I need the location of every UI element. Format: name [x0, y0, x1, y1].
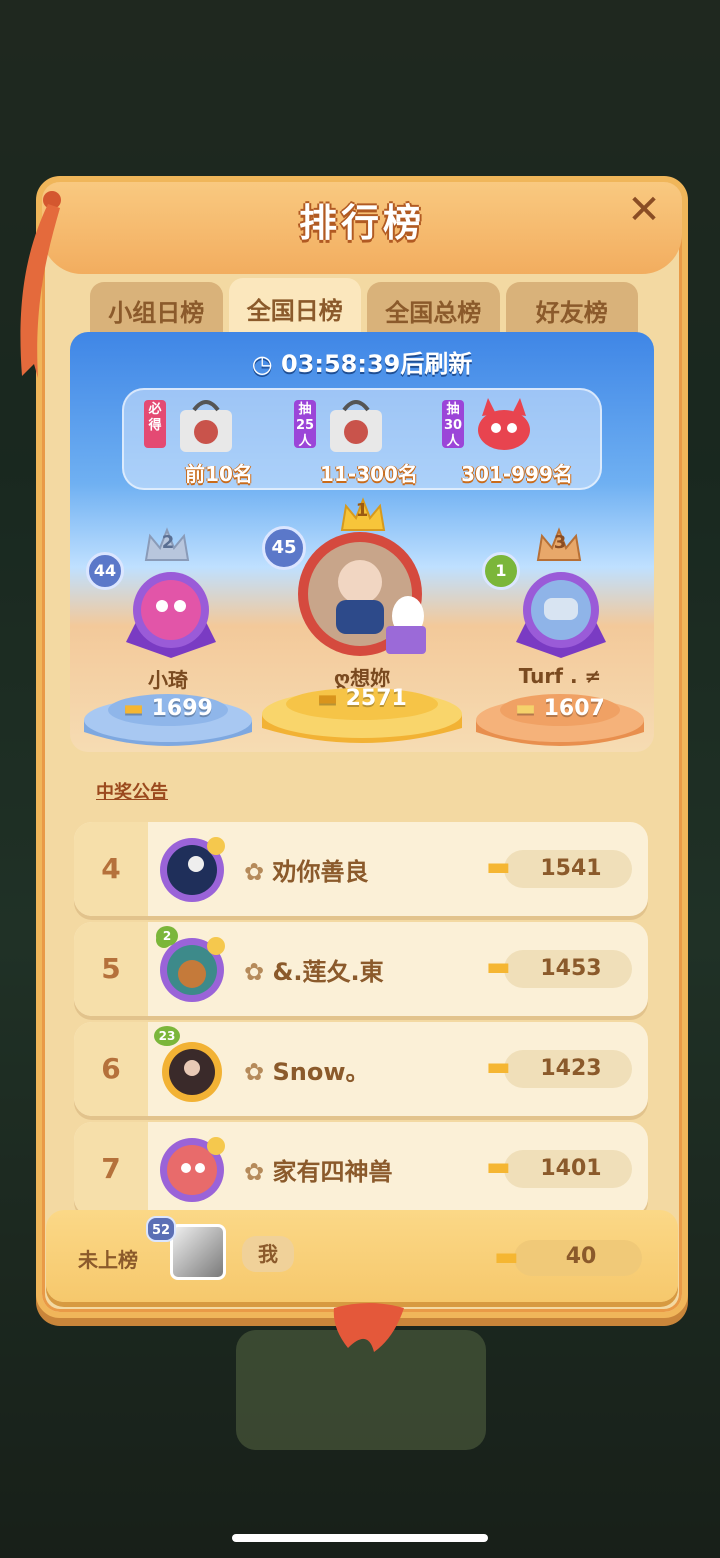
- player-score: ▬ 1699: [123, 696, 213, 721]
- player-name: 我: [242, 1236, 294, 1272]
- gold-bar-icon: ▬: [123, 696, 144, 721]
- refresh-timer: ◷ 03:58:39后刷新: [251, 350, 473, 378]
- close-button[interactable]: ✕: [622, 188, 666, 232]
- red-creature-plush-icon: [478, 398, 530, 450]
- bunny-icon: ✿: [244, 958, 265, 986]
- table-row[interactable]: 5 2 ✿ &.莲夂.東 ▬ 1453: [74, 922, 648, 1016]
- player-name: ✿ &.莲夂.東: [244, 958, 384, 986]
- player-score: 1453: [540, 956, 602, 981]
- rank-number: 4: [101, 852, 121, 885]
- page-title: 排行榜: [298, 201, 425, 245]
- winner-announcement-link[interactable]: 中奖公告: [96, 778, 168, 804]
- level-badge: 2: [156, 926, 178, 946]
- table-row[interactable]: 6 23 ✿ Snow。 ▬ 1423: [74, 1022, 648, 1116]
- prize-tier[interactable]: 抽25人 11-300名: [294, 394, 444, 488]
- bunny-icon: ✿: [244, 1158, 265, 1186]
- player-score: 1401: [540, 1156, 602, 1181]
- player-name: ✿ 劝你善良: [244, 858, 369, 886]
- table-row[interactable]: 7 ✿ 家有四神兽 ▬ 1401: [74, 1122, 648, 1216]
- tab-group-daily[interactable]: 小组日榜: [90, 282, 223, 338]
- my-rank-bar[interactable]: 未上榜 52 我 ▬ 40: [46, 1210, 678, 1302]
- avatar: [298, 532, 426, 656]
- bunny-icon: ✿: [244, 1058, 265, 1086]
- prize-tier[interactable]: 抽30人 301-999名: [442, 394, 592, 488]
- player-score: 1541: [540, 856, 602, 881]
- podium-second[interactable]: 2 44 小琦 ▬ 1699: [78, 516, 258, 752]
- my-rank-status: 未上榜: [78, 1248, 138, 1272]
- level-badge: 23: [154, 1026, 180, 1046]
- prize-tag: 抽30人: [442, 400, 464, 449]
- rank-number: 6: [101, 1052, 121, 1085]
- player-score: 1423: [540, 1056, 602, 1081]
- prize-tag: 抽25人: [294, 400, 316, 449]
- gold-bar-icon: ▬: [515, 696, 536, 721]
- clock-icon: ◷: [251, 350, 273, 378]
- podium-first[interactable]: 1 45 ღ想妳 ▬ 2571: [256, 496, 468, 752]
- leaderboard-panel: 排行榜 ✕ 小组日榜 全国日榜 全国总榜 好友榜 ◷ 03:58:39后刷新 必…: [20, 176, 688, 1352]
- prize-tiers: 必得 前10名 抽25人 11-300名 抽30人 301-999名: [122, 388, 602, 490]
- rank-number: 7: [101, 1152, 121, 1185]
- ribbon-decoration: [333, 1303, 404, 1352]
- tab-national-daily[interactable]: 全国日榜: [228, 278, 361, 338]
- avatar: [160, 837, 225, 902]
- table-row[interactable]: 4 ✿ 劝你善良 ▬ 1541: [74, 822, 648, 916]
- gift-bag-icon: [330, 400, 382, 452]
- podium-board: ◷ 03:58:39后刷新 必得 前10名 抽25人 11-300名 抽30人 …: [70, 332, 654, 752]
- player-name: ✿ 家有四神兽: [244, 1158, 393, 1186]
- avatar: [160, 1137, 225, 1202]
- prize-tag: 必得: [144, 400, 166, 448]
- avatar: [126, 572, 216, 658]
- player-name: ✿ Snow。: [244, 1058, 370, 1086]
- avatar: [516, 572, 606, 658]
- panel-header: 排行榜 ✕: [42, 182, 682, 274]
- prize-tier[interactable]: 必得 前10名: [144, 394, 294, 488]
- avatar: [170, 1224, 226, 1280]
- close-icon: ✕: [627, 187, 661, 233]
- level-badge: 52: [146, 1216, 176, 1242]
- bunny-icon: ✿: [244, 858, 265, 886]
- player-score: ▬ 1607: [515, 696, 605, 721]
- podium-third[interactable]: 3 1 Turf . ≠ ▬ 1607: [470, 516, 650, 752]
- tab-national-total[interactable]: 全国总榜: [367, 282, 500, 338]
- rank-number: 5: [101, 952, 121, 985]
- player-score: 40: [565, 1244, 597, 1269]
- player-score: ▬ 2571: [317, 686, 407, 711]
- tab-bar: 小组日榜 全国日榜 全国总榜 好友榜: [90, 278, 638, 338]
- tab-friends[interactable]: 好友榜: [505, 282, 638, 338]
- ribbon-decoration: [20, 191, 61, 378]
- home-indicator[interactable]: [232, 1534, 488, 1542]
- gift-bag-icon: [180, 400, 232, 452]
- gold-bar-icon: ▬: [317, 686, 338, 711]
- player-name: Turf . ≠: [518, 664, 602, 688]
